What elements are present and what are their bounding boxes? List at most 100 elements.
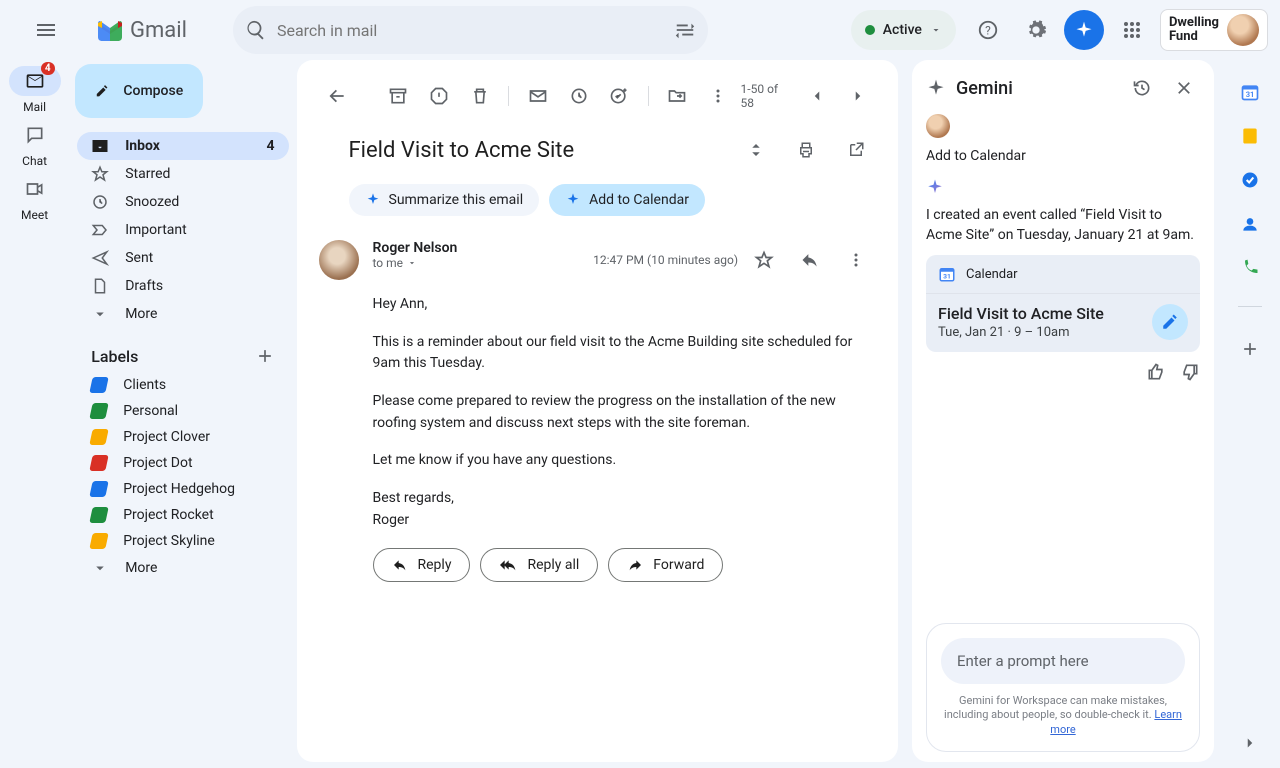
sidebar-item-starred[interactable]: Starred: [77, 160, 288, 188]
rail-mail[interactable]: 4 Mail: [9, 66, 61, 114]
email-panel: 1-50 of 58 Field Visit to Acme Site Summ…: [297, 60, 899, 762]
important-icon: [91, 221, 109, 239]
add-to-calendar-chip[interactable]: Add to Calendar: [549, 184, 705, 216]
task-add-icon: [609, 86, 629, 106]
tasks-icon[interactable]: [1240, 170, 1260, 190]
reply-button[interactable]: Reply: [373, 548, 471, 582]
status-dropdown[interactable]: Active: [851, 10, 956, 50]
apps-button[interactable]: [1112, 10, 1152, 50]
plus-icon[interactable]: [255, 346, 275, 366]
more-vert-icon: [708, 86, 728, 106]
thumbs-up-icon[interactable]: [1146, 362, 1166, 382]
spam-icon: [429, 86, 449, 106]
more-vert-icon: [846, 250, 866, 270]
reply-all-button[interactable]: Reply all: [480, 548, 598, 582]
calendar-card: 31 Calendar Field Visit to Acme Site Tue…: [926, 255, 1200, 352]
collapse-rail-button[interactable]: [1241, 734, 1259, 752]
edit-event-button[interactable]: [1152, 304, 1188, 340]
rail-meet[interactable]: Meet: [9, 174, 61, 222]
voice-icon[interactable]: [1240, 258, 1260, 278]
main-menu-button[interactable]: [22, 6, 70, 54]
contacts-icon[interactable]: [1240, 214, 1260, 234]
sparkle-icon: [926, 78, 946, 98]
search-input[interactable]: [277, 21, 664, 40]
label-item[interactable]: Clients: [77, 372, 288, 398]
prompt-input[interactable]: Enter a prompt here: [941, 638, 1185, 684]
sidebar-item-important[interactable]: Important: [77, 216, 288, 244]
gemini-button[interactable]: [1064, 10, 1104, 50]
to-line[interactable]: to me: [373, 256, 580, 270]
label-text: Personal: [123, 403, 178, 419]
sidebar-item-sent[interactable]: Sent: [77, 244, 288, 272]
unfold-icon: [747, 141, 765, 159]
label-text: Project Skyline: [123, 533, 215, 549]
archive-button[interactable]: [380, 76, 417, 116]
prompt-area: Enter a prompt here Gemini for Workspace…: [926, 623, 1200, 752]
open-new-button[interactable]: [836, 130, 876, 170]
label-text: Project Hedgehog: [123, 481, 235, 497]
prev-page-button[interactable]: [798, 76, 835, 116]
star-button[interactable]: [744, 240, 784, 280]
labels-title: Labels: [91, 347, 138, 366]
label-item[interactable]: Personal: [77, 398, 288, 424]
labels-more[interactable]: More: [77, 554, 288, 582]
label-swatch: [90, 455, 109, 471]
label-item[interactable]: Project Hedgehog: [77, 476, 288, 502]
compose-label: Compose: [123, 83, 183, 99]
sidebar-item-drafts[interactable]: Drafts: [77, 272, 288, 300]
account-chip[interactable]: Dwelling Fund: [1160, 9, 1268, 51]
sidebar-item-label: Sent: [125, 250, 153, 266]
summarize-chip[interactable]: Summarize this email: [349, 184, 540, 216]
inbox-icon: [91, 137, 109, 155]
reply-all-label: Reply all: [527, 557, 579, 573]
gmail-logo[interactable]: Gmail: [96, 18, 187, 43]
plus-icon[interactable]: [1240, 339, 1260, 359]
reply-icon-button[interactable]: [790, 240, 830, 280]
clock-icon: [91, 193, 109, 211]
gemini-response: I created an event called “Field Visit t…: [926, 206, 1200, 245]
spam-button[interactable]: [421, 76, 458, 116]
support-button[interactable]: ?: [968, 10, 1008, 50]
mark-unread-button[interactable]: [519, 76, 556, 116]
email-body: Hey Ann, This is a reminder about our fi…: [319, 280, 877, 532]
history-button[interactable]: [1126, 72, 1158, 104]
search-bar[interactable]: [233, 6, 708, 54]
sparkle-icon: [926, 178, 944, 196]
next-page-button[interactable]: [839, 76, 876, 116]
expand-collapse-button[interactable]: [736, 130, 776, 170]
more-button[interactable]: [700, 76, 737, 116]
card-event-title: Field Visit to Acme Site: [938, 304, 1104, 323]
sidebar-item-more[interactable]: More: [77, 300, 288, 328]
thumbs-down-icon[interactable]: [1180, 362, 1200, 382]
search-options-icon[interactable]: [674, 19, 696, 41]
mail-badge: 4: [41, 62, 55, 75]
settings-button[interactable]: [1016, 10, 1056, 50]
gmail-icon: [96, 19, 124, 41]
sidebar: Compose Inbox 4 Starred Snoozed Importan…: [69, 60, 296, 768]
sparkle-icon: [565, 192, 581, 208]
close-button[interactable]: [1168, 72, 1200, 104]
label-item[interactable]: Project Skyline: [77, 528, 288, 554]
sidebar-item-snoozed[interactable]: Snoozed: [77, 188, 288, 216]
compose-button[interactable]: Compose: [75, 64, 203, 118]
forward-button[interactable]: Forward: [608, 548, 723, 582]
org-name: Dwelling Fund: [1169, 16, 1219, 43]
keep-icon[interactable]: [1240, 126, 1260, 146]
sidebar-item-inbox[interactable]: Inbox 4: [77, 132, 288, 160]
add-task-button[interactable]: [601, 76, 638, 116]
label-item[interactable]: Project Rocket: [77, 502, 288, 528]
label-text: Clients: [123, 377, 166, 393]
hamburger-icon: [34, 18, 58, 42]
print-button[interactable]: [786, 130, 826, 170]
label-item[interactable]: Project Clover: [77, 424, 288, 450]
file-icon: [91, 277, 109, 295]
back-button[interactable]: [319, 76, 356, 116]
label-item[interactable]: Project Dot: [77, 450, 288, 476]
delete-button[interactable]: [462, 76, 499, 116]
move-button[interactable]: [659, 76, 696, 116]
calendar-icon[interactable]: 31: [1240, 82, 1260, 102]
message-more-button[interactable]: [836, 240, 876, 280]
reply-icon: [392, 557, 408, 573]
snooze-button[interactable]: [560, 76, 597, 116]
rail-chat[interactable]: Chat: [9, 120, 61, 168]
